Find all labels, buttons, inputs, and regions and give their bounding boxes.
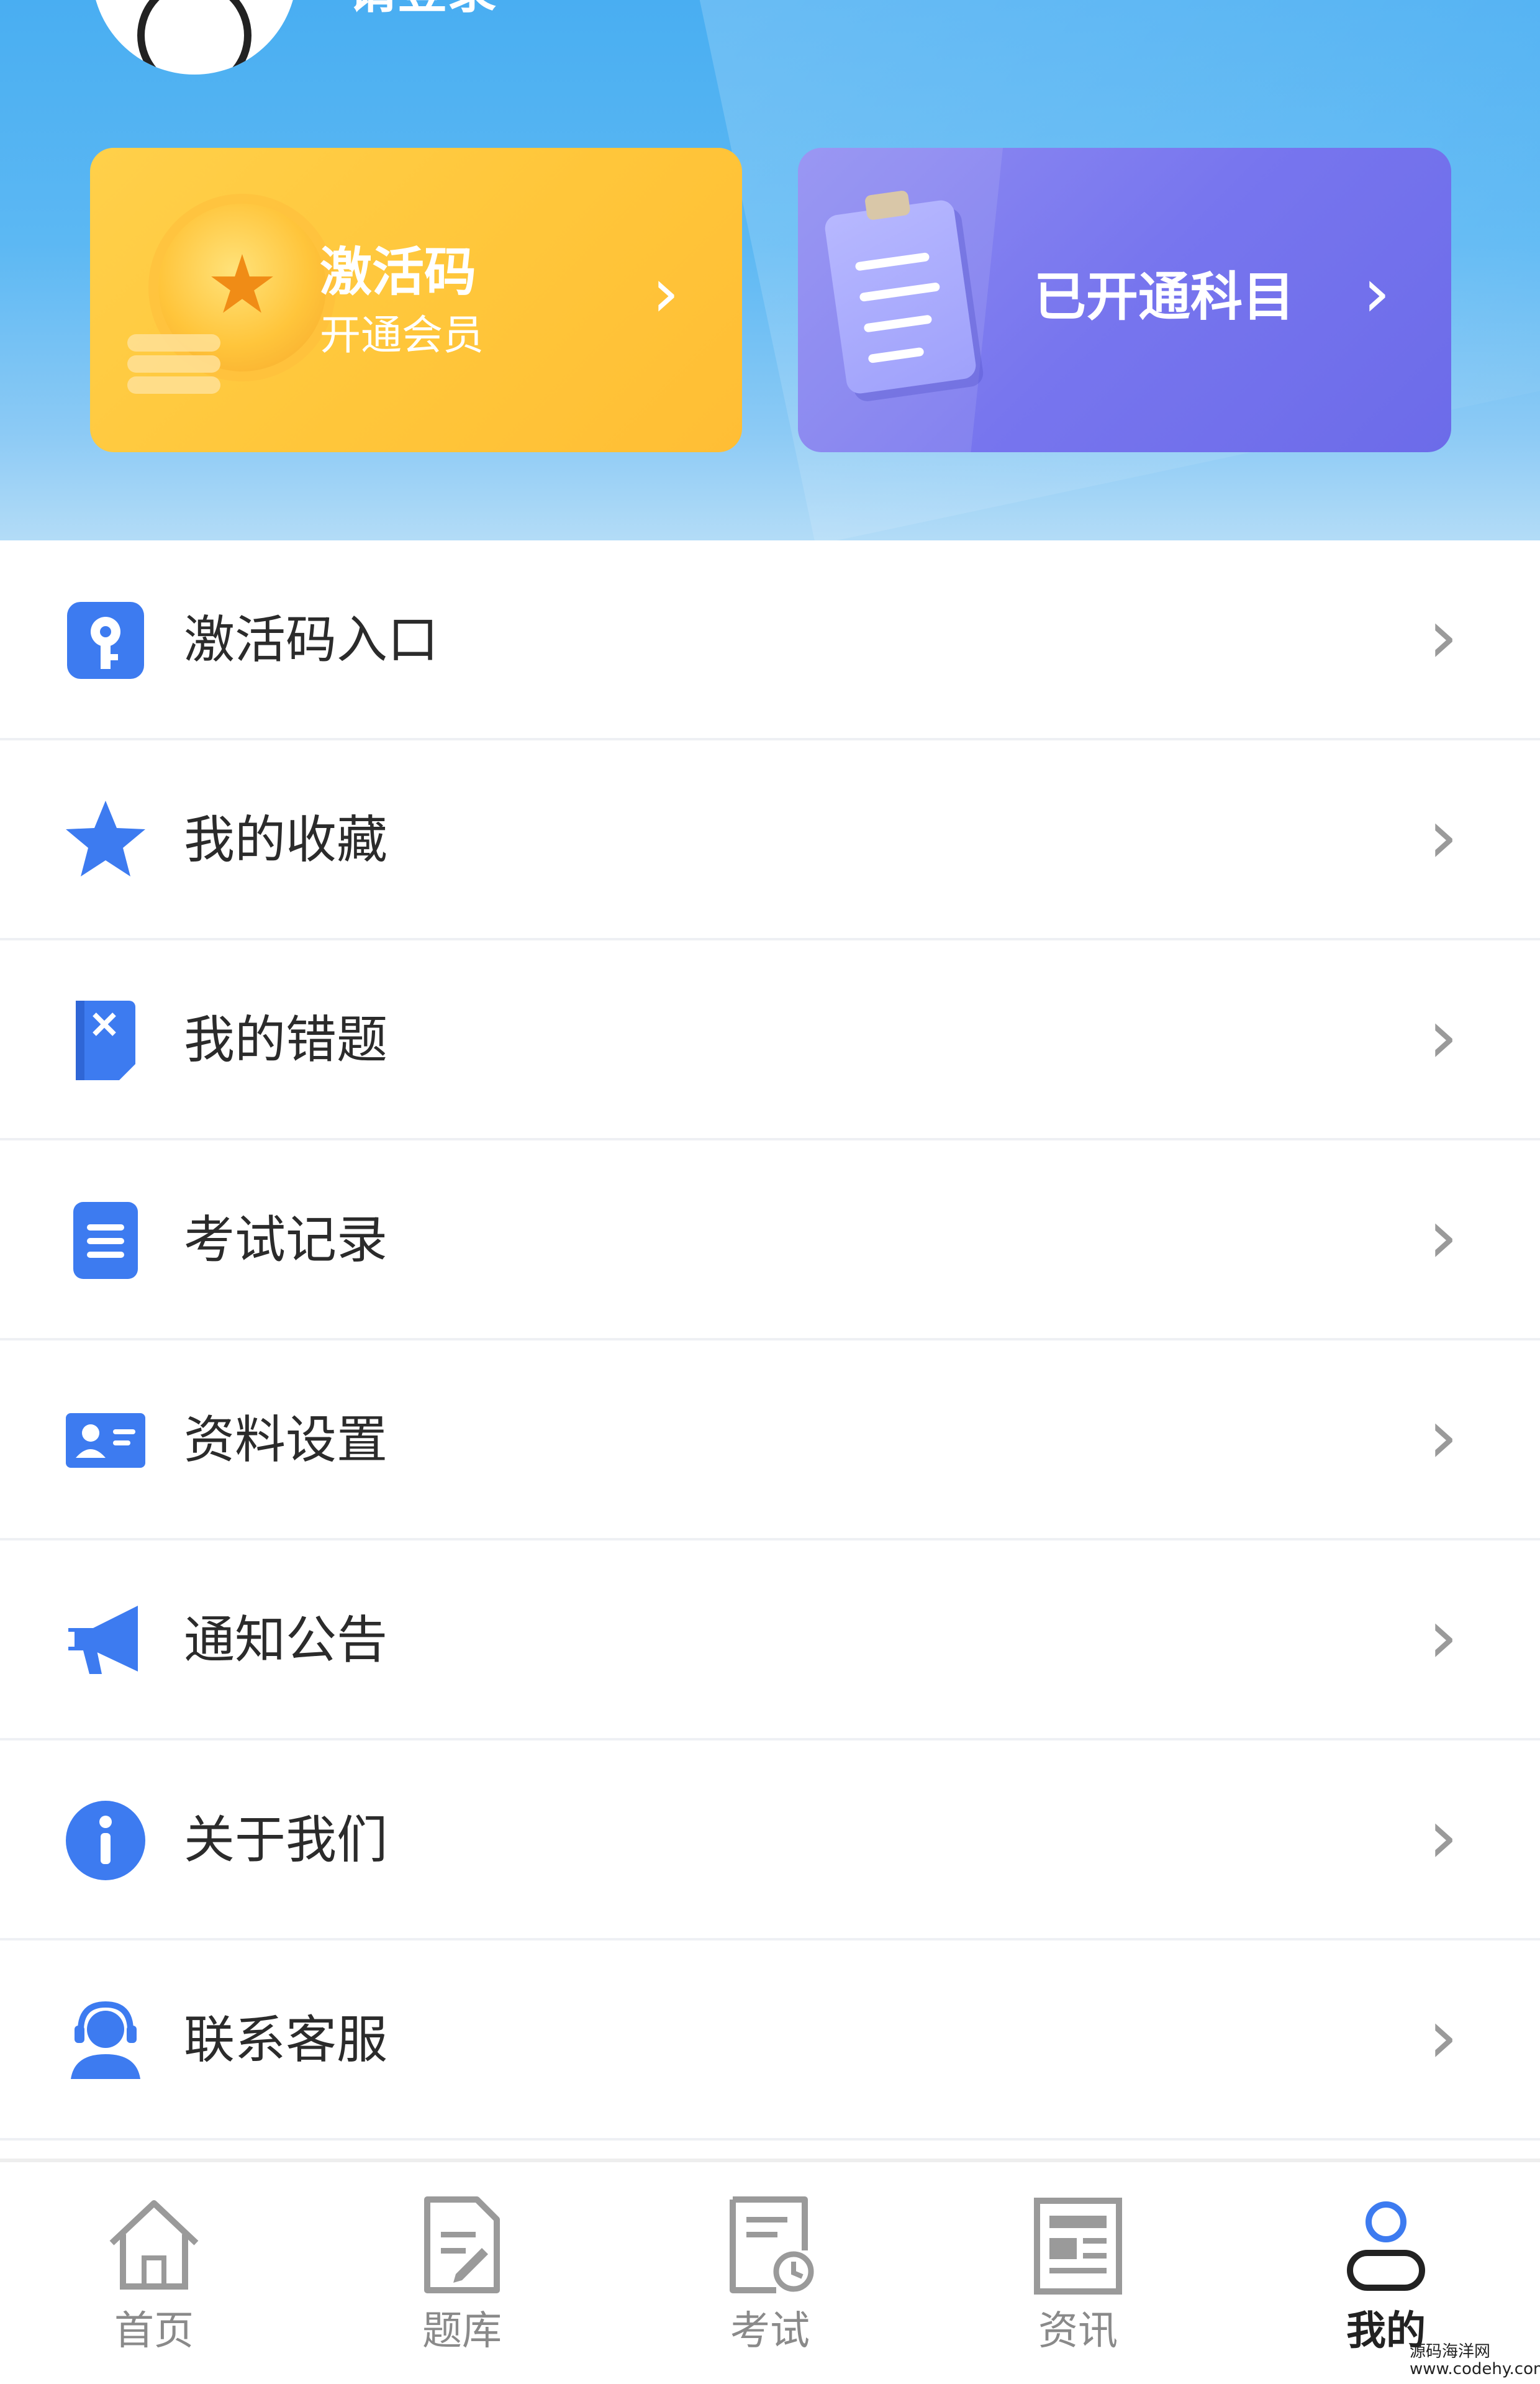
key-icon: [67, 602, 144, 679]
menu-label: 关于我们: [184, 1811, 388, 1870]
customer-service-icon: [71, 2001, 140, 2079]
star-icon: [66, 801, 145, 876]
menu-item-activation-code[interactable]: 激活码入口 ›: [0, 540, 1540, 740]
chevron-right-icon: ›: [1428, 794, 1458, 880]
tab-news[interactable]: 资讯: [924, 2162, 1232, 2384]
chevron-right-icon: ›: [1428, 1594, 1458, 1680]
avatar[interactable]: [92, 0, 297, 75]
watermark-line: 源码海洋网: [1410, 2342, 1491, 2361]
menu-item-exam-records[interactable]: 考试记录 ›: [0, 1140, 1540, 1340]
menu-item-about-us[interactable]: 关于我们 ›: [0, 1740, 1540, 1940]
menu-item-notices[interactable]: 通知公告 ›: [0, 1540, 1540, 1740]
home-icon: [109, 2200, 199, 2290]
megaphone-icon: [68, 1606, 138, 1674]
menu-item-profile-settings[interactable]: 资料设置 ›: [0, 1340, 1540, 1540]
profile-header: 请登录 ★ 激活码 开通会员 › 已开通科目 ›: [0, 0, 1540, 540]
wrong-book-icon: [76, 1001, 135, 1080]
tab-question-bank[interactable]: 题库: [308, 2162, 616, 2384]
tab-label: 考试: [730, 2308, 810, 2354]
tab-label: 资讯: [1038, 2308, 1118, 2354]
tab-label: 首页: [114, 2308, 194, 2354]
chevron-right-icon: ›: [1363, 253, 1390, 332]
info-icon: [66, 1801, 145, 1880]
login-prompt[interactable]: 请登录: [348, 0, 497, 16]
menu-label: 联系客服: [184, 2011, 388, 2070]
menu-label: 我的错题: [184, 1011, 388, 1070]
menu-item-customer-service[interactable]: 联系客服 ›: [0, 1940, 1540, 2141]
person-icon: [137, 0, 251, 75]
record-icon: [73, 1202, 138, 1279]
chevron-right-icon: ›: [652, 253, 679, 332]
chevron-right-icon: ›: [1428, 1394, 1458, 1480]
profile-card-icon: [66, 1413, 145, 1468]
chevron-right-icon: ›: [1428, 1194, 1458, 1280]
clipboard-icon: [823, 189, 978, 396]
menu-label: 我的收藏: [184, 811, 388, 870]
chevron-right-icon: ›: [1428, 1794, 1458, 1880]
tab-home[interactable]: 首页: [0, 2162, 308, 2384]
chevron-right-icon: ›: [1428, 1994, 1458, 2080]
menu-label: 考试记录: [184, 1211, 388, 1270]
user-icon: [1347, 2201, 1425, 2291]
chevron-right-icon: ›: [1428, 594, 1458, 680]
opened-subjects-title: 已开通科目: [1034, 266, 1295, 327]
tab-exam[interactable]: 考试: [616, 2162, 924, 2384]
menu-item-favorites[interactable]: 我的收藏 ›: [0, 740, 1540, 940]
news-icon: [1034, 2198, 1122, 2295]
menu-label: 激活码入口: [184, 611, 439, 670]
tab-label: 题库: [422, 2308, 502, 2354]
activation-card-title: 激活码: [320, 242, 477, 303]
watermark-line: www.codehy.com: [1410, 2360, 1540, 2378]
activation-code-card[interactable]: ★ 激活码 开通会员 ›: [90, 148, 742, 452]
menu-label: 通知公告: [184, 1611, 388, 1670]
menu-label: 资料设置: [184, 1411, 388, 1470]
chevron-right-icon: ›: [1428, 994, 1458, 1080]
opened-subjects-card[interactable]: 已开通科目 ›: [798, 148, 1451, 452]
menu-item-wrong-questions[interactable]: 我的错题 ›: [0, 940, 1540, 1140]
exam-icon: [730, 2196, 814, 2293]
watermark: 源码海洋网 www.codehy.com: [1410, 2343, 1540, 2378]
question-bank-icon: [424, 2196, 500, 2293]
coin-stack-icon: [127, 334, 220, 396]
activation-card-subtitle: 开通会员: [320, 311, 484, 359]
bottom-tab-bar: 首页 题库 考试 资讯 我的: [0, 2159, 1540, 2384]
